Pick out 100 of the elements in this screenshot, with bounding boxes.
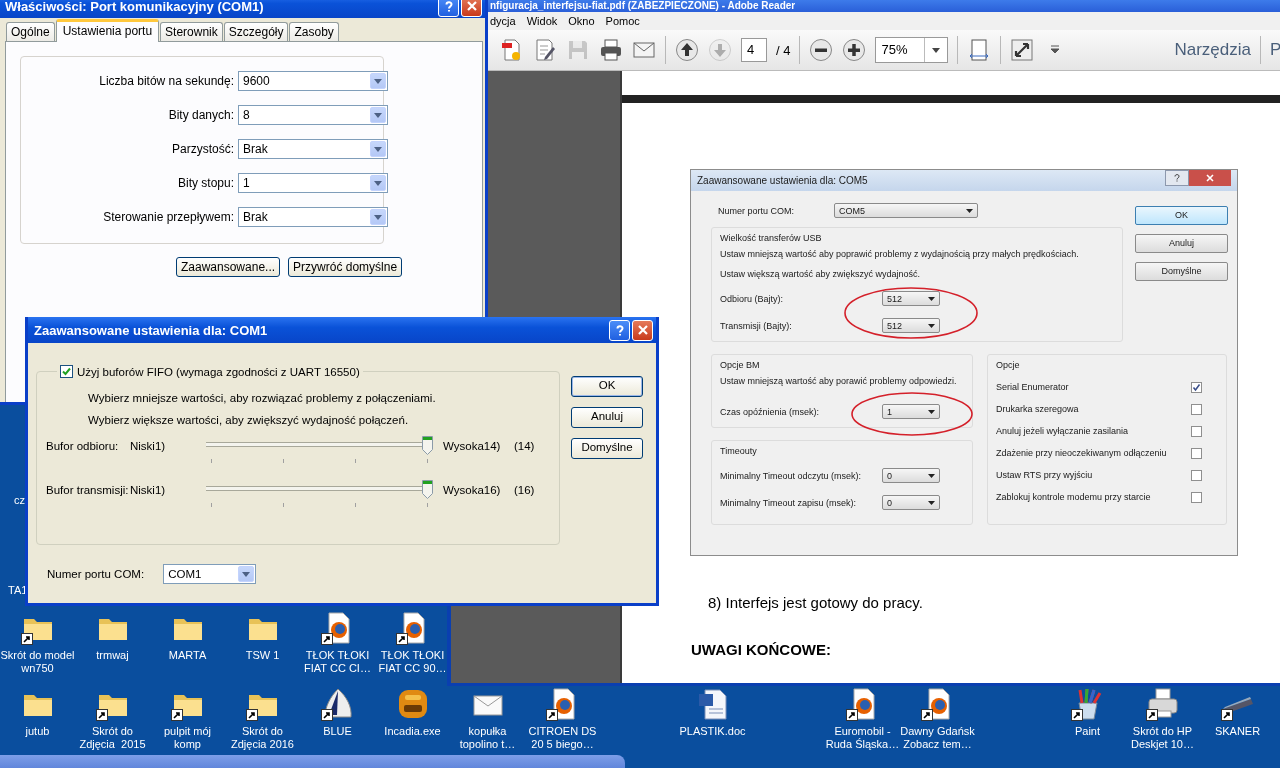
dialog-button[interactable]: OK (1135, 206, 1228, 225)
option-label: Zablokuj kontrole modemu przy starcie (996, 492, 1151, 502)
slider-value: (16) (514, 484, 536, 496)
menu-item[interactable]: Pomoc (605, 15, 640, 27)
checkbox[interactable] (1191, 425, 1202, 437)
slider-min-label: Niski1) (130, 440, 167, 452)
dialog-title: Zaawansowane ustawienia dla: COM5 (697, 175, 868, 186)
size-dropdown[interactable]: 512 (882, 318, 940, 333)
caret-icon (374, 78, 382, 84)
icon-label: Skrót do Zdjęcia 2015 (78, 725, 147, 751)
panel-link[interactable]: P (1270, 40, 1280, 60)
caret-icon (928, 409, 935, 414)
field-label: Minimalny Timeout zapisu (msek): (720, 497, 858, 508)
settings-dropdown[interactable]: 1 (238, 173, 388, 193)
timeout-dropdown[interactable]: 0 (882, 468, 940, 483)
field-label: Odbioru (Bajty): (720, 293, 785, 304)
timeout-dropdown[interactable]: 0 (882, 495, 940, 510)
settings-dropdown[interactable]: Brak (238, 207, 388, 227)
check-icon (62, 367, 71, 376)
dialog-button[interactable]: OK (571, 376, 643, 397)
caret-icon (928, 473, 935, 478)
printer-icon[interactable] (1145, 687, 1180, 721)
checkbox-label: Użyj buforów FIFO (wymaga zgodności z UART 16550) (77, 365, 360, 378)
settings-dropdown[interactable]: 9600 (238, 71, 388, 91)
hint-text: Ustaw większą wartość aby zwiększyć wydajność. (720, 269, 922, 279)
zoom-out-icon[interactable] (809, 38, 834, 62)
icon-label: Euromobil - Ruda Śląska… (825, 725, 900, 751)
icon-label: pulpit mój komp (162, 725, 213, 751)
delay-dropdown[interactable]: 1 (882, 404, 940, 419)
icon-label: Paint (1074, 725, 1101, 738)
window-title: Właściwości: Port komunikacyjny (COM1) (5, 0, 265, 14)
icon-label: PLASTIK.doc (679, 725, 746, 738)
tab[interactable]: Sterownik (160, 22, 223, 41)
icon-label: MARTA (168, 649, 207, 662)
tab[interactable]: Szczegóły (223, 22, 289, 41)
field-label: Parzystość: (171, 142, 234, 156)
previous-page-icon[interactable] (675, 38, 699, 62)
port-dropdown[interactable]: COM5 (834, 203, 978, 218)
tools-link[interactable]: Narzędzia (1174, 40, 1251, 60)
slider-thumb[interactable] (422, 480, 433, 499)
caret-icon (374, 112, 382, 118)
checkbox[interactable] (1191, 469, 1202, 481)
checkbox[interactable] (60, 365, 73, 378)
page-number-field[interactable]: 4 (741, 38, 767, 62)
dialog-button[interactable]: Przywróć domyślne (288, 257, 403, 277)
close-button[interactable] (461, 0, 482, 17)
field-label: Liczba bitów na sekundę: (98, 74, 234, 88)
caret-icon (928, 323, 935, 328)
dialog-button[interactable]: Anuluj (1135, 234, 1228, 253)
caret-icon (374, 180, 382, 186)
icon-label: Skrót do HP Deskjet 10… (1130, 725, 1195, 751)
group-title: Timeouty (720, 446, 758, 456)
help-icon (1174, 174, 1180, 182)
sail-icon[interactable] (320, 687, 355, 721)
zoom-in-icon[interactable] (842, 38, 867, 62)
field-label: Transmisji (Bajty): (720, 320, 793, 331)
settings-dropdown[interactable]: Brak (238, 139, 388, 159)
document-text: 8) Interfejs jest gotowy do pracy. (708, 594, 924, 611)
close-button[interactable] (1189, 170, 1231, 186)
group-title: Wielkość transferów USB (720, 233, 823, 243)
settings-dropdown[interactable]: 8 (238, 105, 388, 125)
checkbox[interactable] (1191, 381, 1202, 393)
page-count: / 4 (776, 42, 791, 58)
tab[interactable]: Zasoby (289, 22, 339, 41)
zoom-field[interactable]: 75% (875, 37, 949, 63)
caret-icon (928, 296, 935, 301)
checkbox[interactable] (1191, 491, 1202, 503)
print-icon[interactable] (599, 38, 623, 62)
caret-icon (374, 146, 382, 152)
icon-label: TŁOK TŁOKI FIAT CC CI… (303, 649, 372, 675)
icon-label: TŁOK TŁOKI FIAT CC 90… (377, 649, 448, 675)
checkbox[interactable] (1191, 447, 1202, 459)
menu-item[interactable]: dycja (490, 15, 516, 27)
caret-icon (242, 571, 251, 577)
slider-thumb[interactable] (422, 436, 433, 455)
tab[interactable]: Ustawienia portu (55, 19, 160, 42)
icon-label: Dawny Gdańsk Zobacz tem… (900, 725, 975, 751)
port-dropdown[interactable]: COM1 (163, 564, 257, 584)
dialog-button[interactable]: Zaawansowane... (176, 257, 281, 277)
dialog-button[interactable]: Domyślne (1135, 262, 1228, 281)
size-dropdown[interactable]: 512 (882, 291, 940, 306)
caret-icon[interactable] (932, 47, 941, 53)
slider-value: (14) (514, 440, 536, 452)
tab[interactable]: Ogólne (6, 22, 55, 41)
close-icon (637, 325, 648, 335)
group-title: Opcje BM (720, 360, 761, 370)
menu-item[interactable]: Widok (526, 15, 558, 27)
dialog-button[interactable]: Anuluj (571, 407, 643, 428)
icon-label: Skrót do model wn750 (0, 649, 75, 675)
full-screen-icon[interactable] (1010, 38, 1035, 62)
menu-item[interactable]: Okno (568, 15, 595, 27)
close-button[interactable] (632, 319, 653, 341)
icon-label: Skrót do Zdjęcia 2016 (230, 725, 295, 751)
dialog-button[interactable]: Domyślne (571, 438, 643, 459)
icon-label: TA1 (8, 584, 28, 596)
edit-document-icon[interactable] (533, 38, 557, 62)
field-label: Numer portu COM: (47, 568, 145, 580)
group-title: Opcje (996, 360, 1021, 370)
checkbox[interactable] (1191, 403, 1202, 415)
field-label: Sterowanie przepływem: (102, 210, 234, 224)
